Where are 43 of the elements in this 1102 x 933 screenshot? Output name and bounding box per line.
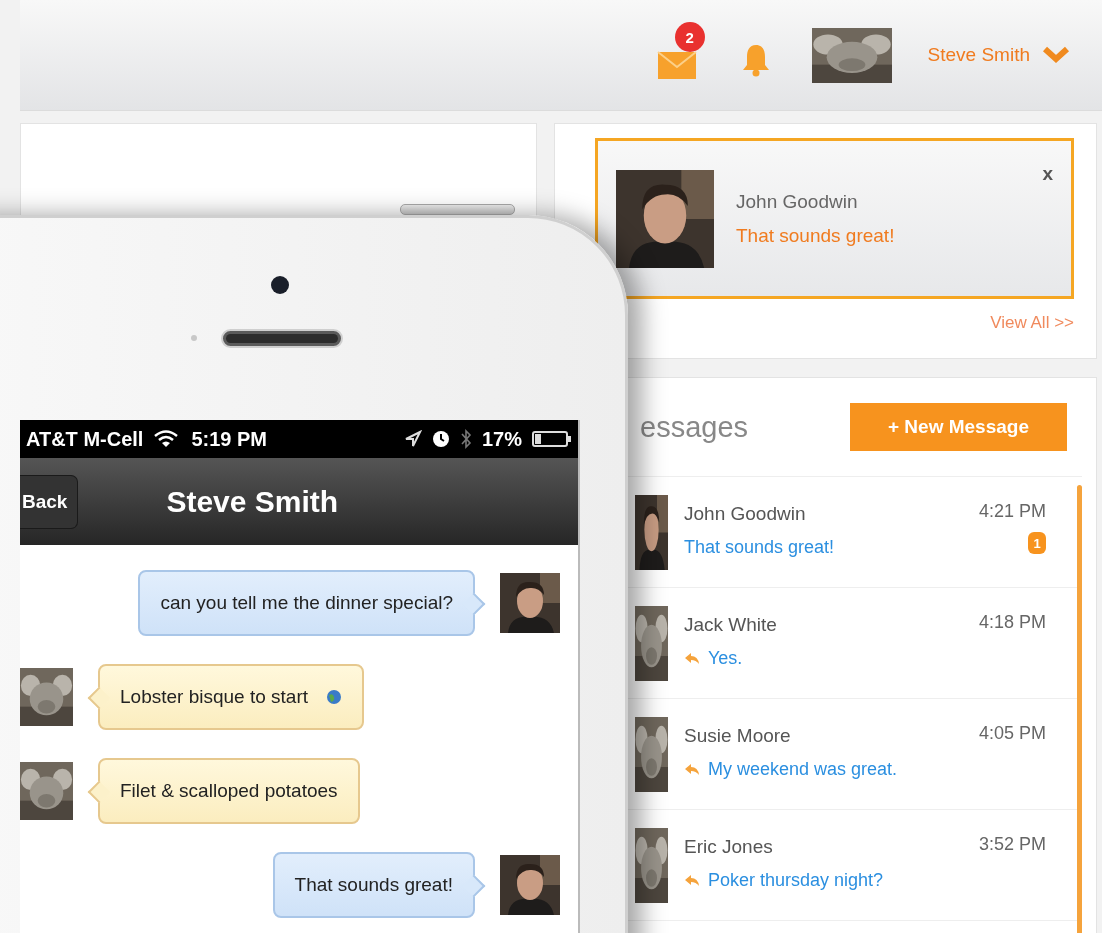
reply-icon — [684, 874, 700, 887]
message-preview: That sounds great! — [736, 224, 895, 247]
message-text: can you tell me the dinner special? — [160, 592, 453, 614]
battery-icon — [532, 430, 572, 448]
globe-icon — [326, 689, 342, 705]
wifi-icon — [153, 429, 180, 449]
contact-name: Susie Moore — [684, 725, 792, 747]
bell-icon[interactable] — [741, 43, 770, 77]
chevron-down-icon[interactable] — [1042, 46, 1070, 64]
user-menu-button[interactable]: Steve Smith — [927, 44, 1030, 66]
close-button[interactable]: x — [1042, 163, 1053, 185]
carrier-label: AT&T M-Cell — [26, 427, 144, 451]
message-preview: That sounds great! — [684, 537, 835, 558]
reply-icon — [684, 652, 700, 665]
contact-name: Eric Jones — [684, 836, 774, 858]
view-all-link[interactable]: View All >> — [990, 313, 1074, 333]
message-preview: My weekend was great. — [708, 759, 898, 780]
sender-name: John Goodwin — [736, 190, 859, 213]
message-time: 4:18 PM — [978, 612, 1046, 633]
message-preview: Poker thursday night? — [708, 870, 884, 891]
contact-name: John Goodwin — [684, 503, 807, 525]
new-message-button[interactable]: + New Message — [850, 403, 1067, 451]
bluetooth-icon — [459, 429, 472, 449]
notification-badge: 2 — [674, 22, 705, 52]
alarm-clock-icon — [431, 430, 450, 448]
location-arrow-icon — [403, 430, 422, 448]
message-text: Lobster bisque to start — [120, 686, 308, 708]
clock-time: 5:19 PM — [191, 427, 267, 451]
message-time: 3:52 PM — [978, 834, 1046, 855]
chat-title: Steve Smith — [166, 484, 339, 519]
message-time: 4:05 PM — [978, 723, 1046, 744]
message-text: That sounds great! — [294, 874, 453, 896]
message-preview: Yes. — [708, 648, 743, 669]
battery-percent: 17% — [481, 427, 522, 451]
unread-badge: 1 — [1028, 532, 1046, 554]
message-time: 4:21 PM — [978, 501, 1046, 522]
contact-name: Jack White — [684, 614, 778, 636]
panel-title: essages — [640, 410, 748, 444]
scrollbar[interactable] — [1077, 485, 1082, 933]
message-text: Filet & scalloped potatoes — [120, 780, 338, 802]
envelope-icon[interactable] — [656, 50, 697, 80]
back-button[interactable]: Back — [20, 474, 79, 529]
reply-icon — [684, 763, 700, 776]
